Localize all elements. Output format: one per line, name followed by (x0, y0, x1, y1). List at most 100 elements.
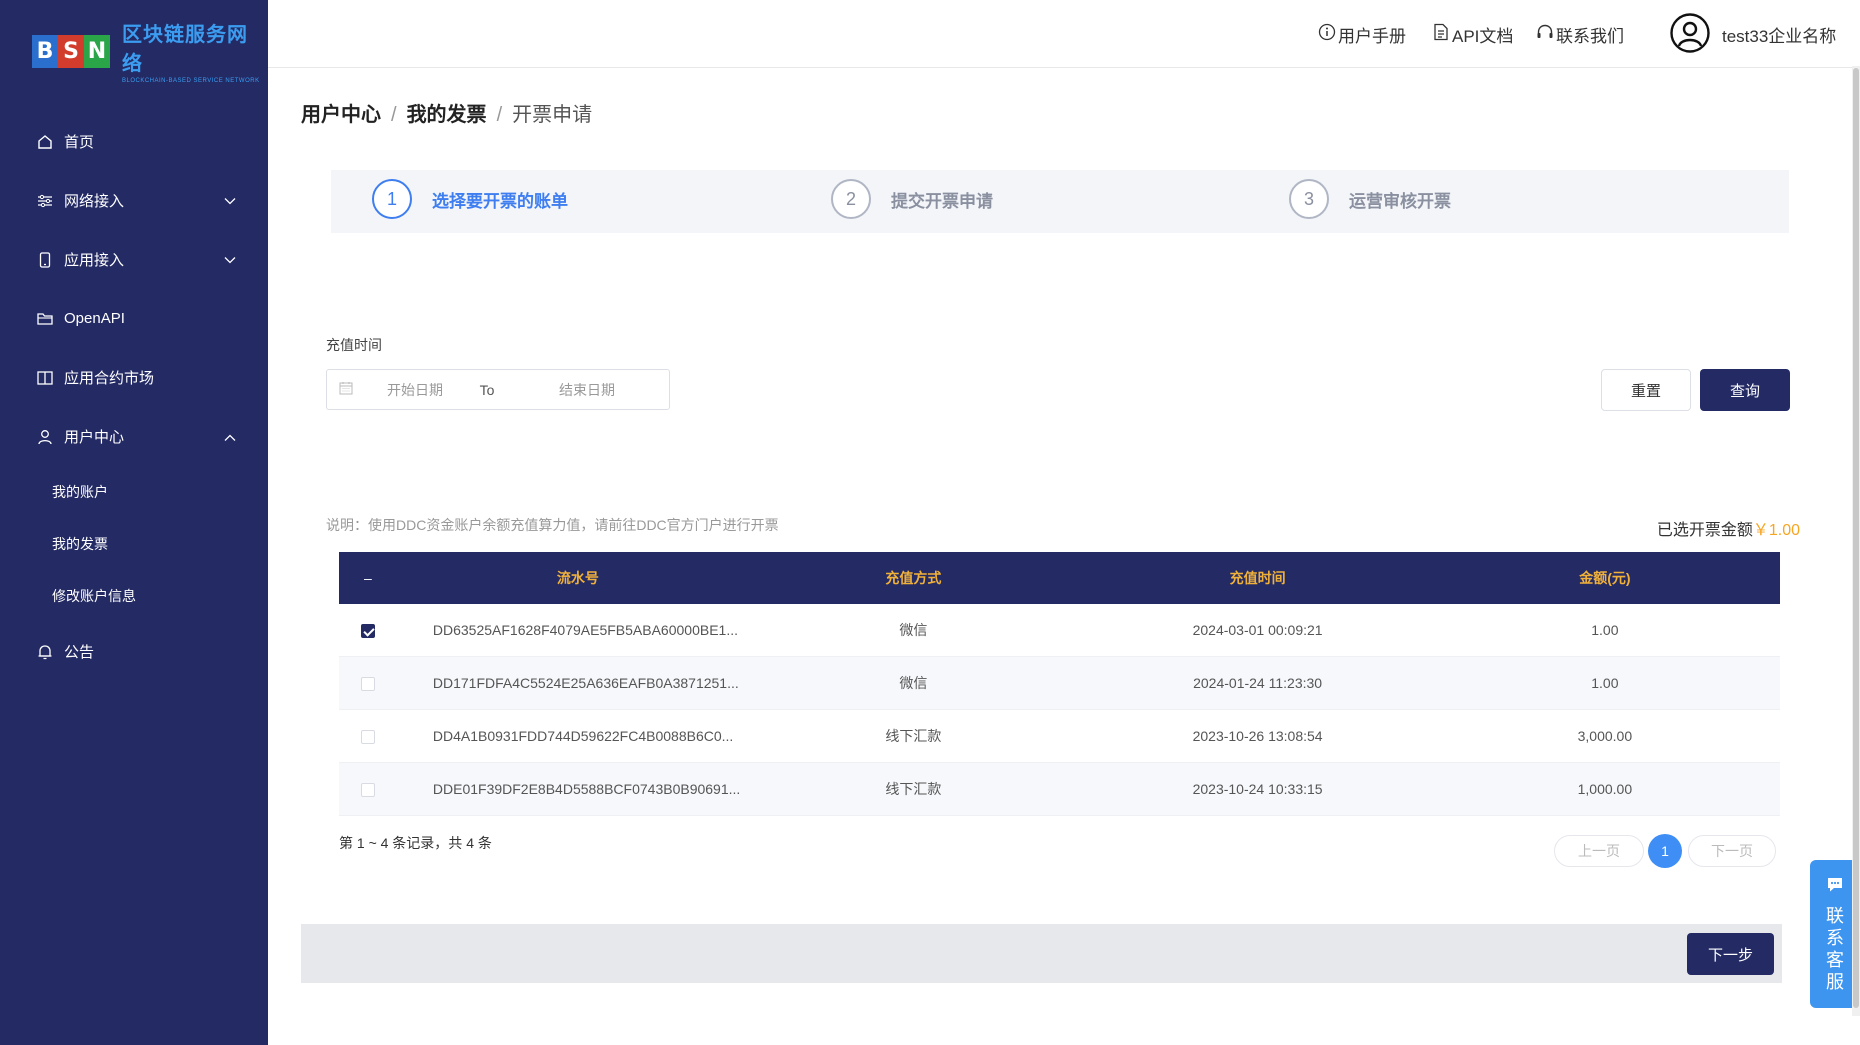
selected-amount-value: ￥1.00 (1752, 522, 1800, 539)
chevron-down-icon (224, 192, 236, 209)
chevron-down-icon (224, 251, 236, 268)
row-serial: DD171FDFA4C5524E25A636EAFB0A3871251... (396, 656, 742, 710)
table-row[interactable]: DDE01F39DF2E8B4D5588BCF0743B0B90691... 线… (339, 762, 1780, 816)
scrollbar-thumb[interactable] (1853, 68, 1859, 1008)
row-checkbox-cell (339, 656, 397, 710)
breadcrumb-invoice-application: 开票申请 (512, 104, 593, 126)
prev-page-button[interactable]: 上一页 (1554, 835, 1644, 867)
select-all-checkbox[interactable]: – (339, 552, 397, 604)
breadcrumb-separator: / (496, 104, 503, 126)
step-indicator: 1 选择要开票的账单 2 提交开票申请 3 运营审核开票 (331, 170, 1789, 233)
date-range-picker[interactable]: To (326, 369, 670, 410)
user-manual-label: 用户手册 (1338, 27, 1406, 46)
api-docs-label: API文档 (1452, 27, 1514, 46)
sliders-icon (36, 192, 54, 210)
page-number-current[interactable]: 1 (1648, 834, 1682, 868)
sidebar-item-network-access[interactable]: 网络接入 (0, 171, 268, 230)
api-docs-link[interactable]: API文档 (1432, 22, 1513, 47)
info-icon (1318, 23, 1338, 46)
user-manual-link[interactable]: 用户手册 (1318, 22, 1406, 47)
folder-icon (36, 310, 54, 328)
top-header: 用户手册 API文档 联系我们 test33企业名称 (268, 0, 1860, 68)
column-recharge-time: 充值时间 (1085, 552, 1430, 604)
row-method: 微信 (741, 604, 1086, 657)
logo-letters: B S N (32, 34, 110, 68)
row-method: 线下汇款 (741, 762, 1086, 816)
user-icon (36, 428, 54, 446)
next-step-button[interactable]: 下一步 (1687, 933, 1774, 975)
row-time: 2023-10-26 13:08:54 (1085, 709, 1430, 763)
breadcrumb-my-invoices[interactable]: 我的发票 (407, 104, 487, 126)
row-method: 线下汇款 (741, 709, 1086, 763)
document-icon (1432, 23, 1452, 46)
row-checkbox-cell (339, 762, 397, 816)
step-label: 运营审核开票 (1349, 191, 1451, 211)
sidebar-item-label: 网络接入 (64, 193, 125, 210)
end-date-input[interactable] (535, 380, 639, 399)
sidebar-item-home[interactable]: 首页 (0, 112, 268, 171)
start-date-input[interactable] (363, 380, 467, 399)
home-icon (36, 133, 54, 151)
contact-us-label: 联系我们 (1556, 27, 1624, 46)
step-label: 提交开票申请 (891, 191, 993, 211)
records-summary: 第 1 ~ 4 条记录，共 4 条 (339, 835, 492, 851)
row-checkbox[interactable] (360, 624, 375, 639)
table-row[interactable]: DD4A1B0931FDD744D59622FC4B0088B6C0... 线下… (339, 709, 1780, 763)
row-time: 2024-01-24 11:23:30 (1085, 656, 1430, 710)
column-serial-number: 流水号 (396, 552, 742, 604)
step-3: 3 运营审核开票 (1289, 179, 1451, 219)
customer-service-label: 联 系 客 服 (1824, 905, 1846, 993)
sidebar-item-openapi[interactable]: OpenAPI (0, 289, 268, 348)
row-amount: 1.00 (1429, 656, 1780, 710)
selected-invoice-amount: 已选开票金额￥1.00 (1657, 516, 1800, 540)
selected-amount-label: 已选开票金额 (1656, 522, 1753, 539)
sidebar-item-user-center[interactable]: 用户中心 (0, 407, 268, 466)
logo-title-en: BLOCKCHAIN-BASED SERVICE NETWORK (122, 78, 260, 84)
avatar[interactable] (1670, 13, 1710, 53)
chevron-up-icon (224, 428, 236, 445)
step-number: 2 (831, 179, 871, 219)
row-serial: DDE01F39DF2E8B4D5588BCF0743B0B90691... (396, 762, 742, 816)
sidebar-subitem-label: 我的账户 (52, 484, 108, 500)
sidebar-item-label: 用户中心 (64, 429, 125, 446)
sidebar-subitem-my-invoices[interactable]: 我的发票 (0, 518, 268, 570)
row-amount: 1.00 (1429, 604, 1780, 657)
step-label: 选择要开票的账单 (432, 191, 568, 211)
recharge-time-label: 充值时间 (326, 337, 382, 353)
contact-us-link[interactable]: 联系我们 (1536, 22, 1624, 47)
bell-icon (36, 643, 54, 661)
next-page-button[interactable]: 下一页 (1688, 835, 1776, 867)
sidebar-subitem-my-account[interactable]: 我的账户 (0, 466, 268, 518)
table-row[interactable]: DD63525AF1628F4079AE5FB5ABA60000BE1... 微… (339, 604, 1780, 657)
sidebar-subitem-label: 修改账户信息 (52, 588, 136, 604)
table-row[interactable]: DD171FDFA4C5524E25A636EAFB0A3871251... 微… (339, 656, 1780, 710)
mobile-icon (36, 251, 54, 269)
breadcrumb-separator: / (391, 104, 397, 126)
step-1: 1 选择要开票的账单 (372, 179, 568, 219)
reset-button[interactable]: 重置 (1601, 369, 1691, 411)
row-checkbox[interactable] (360, 677, 375, 692)
breadcrumb-user-center[interactable]: 用户中心 (301, 104, 381, 126)
bills-table: – 流水号 充值方式 充值时间 金额(元) DD63525AF1628F4079… (339, 552, 1780, 816)
row-checkbox[interactable] (360, 783, 375, 798)
sidebar-menu: 首页 网络接入 应用接入 OpenAPI 应用合约市场 用户中心 我的账户 我的… (0, 112, 268, 681)
sidebar-item-label: 应用合约市场 (64, 370, 155, 387)
company-name[interactable]: test33企业名称 (1722, 22, 1836, 47)
sidebar-item-contract-market[interactable]: 应用合约市场 (0, 348, 268, 407)
page-scrollbar[interactable] (1852, 66, 1860, 1016)
breadcrumb: 用户中心 / 我的发票 / 开票申请 (301, 98, 592, 127)
customer-service-char: 联 (1826, 906, 1844, 926)
logo-text: 区块链服务网络 BLOCKCHAIN-BASED SERVICE NETWORK (122, 18, 268, 84)
invoice-note: 说明：使用DDC资金账户余额充值算力值，请前往DDC官方门户进行开票 (326, 517, 779, 533)
row-checkbox-cell (339, 604, 397, 657)
row-checkbox[interactable] (360, 730, 375, 745)
row-time: 2024-03-01 00:09:21 (1085, 604, 1430, 657)
row-amount: 1,000.00 (1429, 762, 1780, 816)
bsn-logo[interactable]: B S N 区块链服务网络 BLOCKCHAIN-BASED SERVICE N… (32, 18, 268, 84)
sidebar-item-notice[interactable]: 公告 (0, 622, 268, 681)
query-button[interactable]: 查询 (1700, 369, 1790, 411)
customer-service-char: 系 (1826, 928, 1844, 948)
sidebar-item-app-access[interactable]: 应用接入 (0, 230, 268, 289)
column-recharge-method: 充值方式 (741, 552, 1086, 604)
sidebar-subitem-edit-account[interactable]: 修改账户信息 (0, 570, 268, 622)
